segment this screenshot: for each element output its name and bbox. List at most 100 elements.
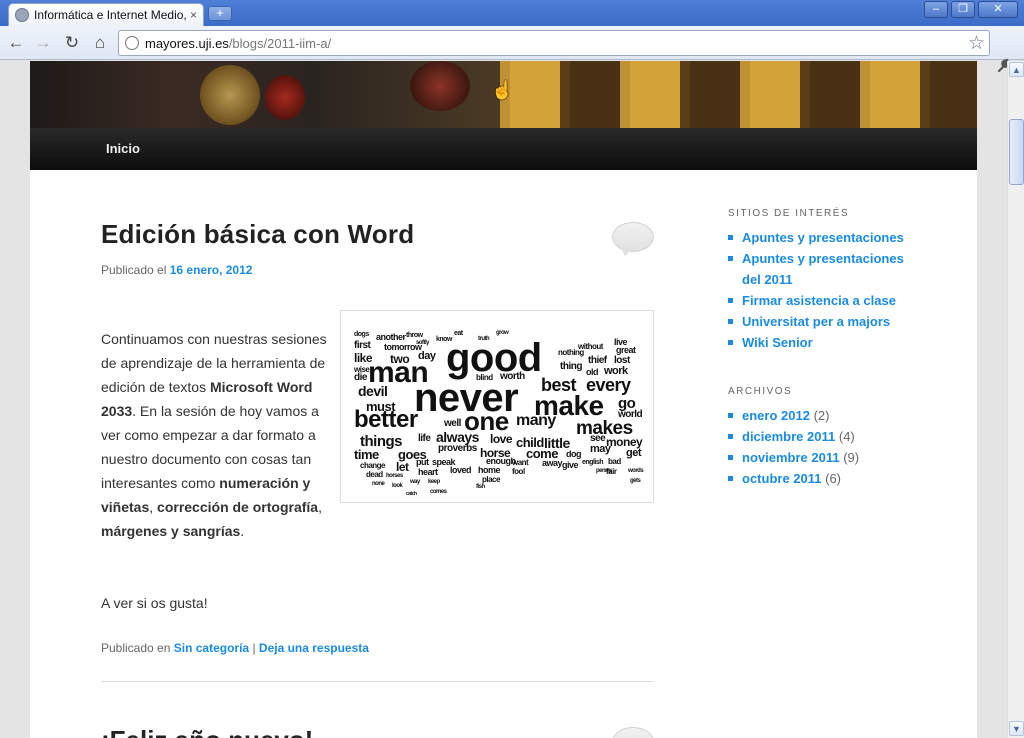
word-cloud-word: penny [596,468,612,474]
page-globe-icon [125,36,139,50]
url-text[interactable]: mayores.uji.es/blogs/2011-iim-a/ [145,36,331,51]
word-cloud-word: many [516,412,556,429]
bookmark-star-icon[interactable]: ☆ [968,32,985,55]
restore-button[interactable]: ❐ [951,1,975,18]
reply-link[interactable]: Deja una respuesta [259,641,369,655]
post-body: Continuamos con nuestras sesiones de apr… [101,331,327,539]
archive-item: diciembre 2011 (4) [728,426,918,447]
word-cloud-word: dog [566,449,582,459]
word-cloud-word: change [360,461,386,470]
word-cloud-word: thief [588,355,607,366]
sites-list-item: Apuntes y presentaciones del 2011 [728,248,918,290]
word-cloud-word: none [372,481,385,487]
next-post-title[interactable]: ¡Feliz año nuevo! [101,725,313,738]
tab-title: Informática e Internet Medio, [34,8,186,22]
sites-list-item: Apuntes y presentaciones [728,227,918,248]
archive-link[interactable]: enero 2012 [742,408,810,423]
word-cloud-word: get [626,447,642,459]
word-cloud-word: love [490,432,513,446]
word-cloud-word: give [562,460,579,470]
word-cloud-word: know [436,336,452,343]
word-cloud-word: always [436,429,479,445]
word-cloud-word: heart [418,467,438,477]
archive-link[interactable]: noviembre 2011 [742,450,840,465]
forward-arrow-icon[interactable]: → [32,32,54,54]
word-cloud-word: old [586,367,599,377]
sites-list-item: Wiki Senior [728,332,918,353]
vertical-scrollbar[interactable]: ▲ ▼ [1007,61,1024,738]
sites-list-item: Firmar asistencia a clase [728,290,918,311]
category-link[interactable]: Sin categoría [174,641,249,655]
site-link[interactable]: Apuntes y presentaciones [742,230,904,245]
archives-list: enero 2012 (2) diciembre 2011 (4) noviem… [728,405,918,489]
browser-title-bar: Informática e Internet Medio, × + ‒ ❐ ✕ [0,0,1024,26]
word-cloud-word: well [444,418,461,429]
word-cloud-word: horses [386,473,403,479]
nav-item-inicio[interactable]: Inicio [106,141,140,156]
post-date-link[interactable]: 16 enero, 2012 [170,263,253,277]
word-cloud-word: look [392,483,403,489]
archive-count: (9) [843,450,860,465]
tab-close-icon[interactable]: × [190,8,197,22]
sites-widget-title: SITIOS DE INTERÉS [728,208,850,219]
word-cloud-word: wise [354,365,370,374]
archive-count: (6) [825,471,842,486]
browser-tab[interactable]: Informática e Internet Medio, × [8,3,204,26]
word-cloud-word: words [628,468,644,474]
back-arrow-icon[interactable]: ← [5,32,27,54]
word-cloud-word: nothing [558,348,584,357]
minimize-button[interactable]: ‒ [924,1,948,18]
reload-icon[interactable]: ↻ [61,32,83,54]
word-cloud-word: throw [406,332,423,339]
site-nav-bar: Inicio [30,128,977,170]
word-cloud-word: home [478,465,501,475]
word-cloud-word: worth [500,371,525,382]
next-comment-bubble-icon[interactable] [612,727,654,738]
site-link[interactable]: Apuntes y presentaciones del 2011 [742,251,904,287]
word-cloud-word: blind [476,373,493,382]
close-window-button[interactable]: ✕ [978,1,1018,18]
word-cloud-word: fool [512,467,525,476]
word-cloud-word: dogs [354,331,369,338]
word-cloud-word: every [586,375,631,395]
archive-link[interactable]: diciembre 2011 [742,429,835,444]
archive-count: (2) [813,408,830,423]
word-cloud-word: loved [450,465,472,475]
comment-bubble-icon[interactable] [612,222,654,256]
site-link[interactable]: Wiki Senior [742,335,813,350]
window-controls: ‒ ❐ ✕ [921,1,1018,18]
word-cloud-image: good never man make better one makes every best m… [340,310,654,503]
word-cloud-word: must [366,399,396,414]
word-cloud-word: lost [614,355,630,366]
word-cloud-word: catch [406,491,417,497]
archive-link[interactable]: octubre 2011 [742,471,822,486]
address-bar[interactable]: mayores.uji.es/blogs/2011-iim-a/ ☆ [118,30,990,56]
post-footer: Publicado en Sin categoría | Deja una re… [101,641,369,655]
word-cloud-word: comes [430,489,447,495]
post-title[interactable]: Edición básica con Word [101,219,414,250]
word-cloud-word: work [604,365,628,377]
word-cloud-word: world [618,409,643,420]
archives-widget-title: ARCHIVOS [728,386,793,397]
word-cloud-word: first [354,340,371,351]
word-cloud-word: time [354,447,379,462]
word-cloud-word: gets [630,478,641,484]
word-cloud-word: fish [476,484,485,490]
post-divider [101,681,654,682]
word-cloud-word: keep [428,479,440,485]
home-icon[interactable]: ⌂ [89,32,111,54]
word-cloud-word: place [482,475,500,484]
new-tab-button[interactable]: + [208,6,232,21]
scroll-down-arrow-icon[interactable]: ▼ [1009,721,1024,736]
word-cloud-word: bad [608,457,621,466]
word-cloud-word: thing [560,361,582,372]
scroll-thumb[interactable] [1009,119,1024,185]
site-link[interactable]: Universitat per a majors [742,314,890,329]
site-link[interactable]: Firmar asistencia a clase [742,293,896,308]
word-cloud-word: see [590,433,606,444]
scroll-up-arrow-icon[interactable]: ▲ [1009,62,1024,77]
sites-list-item: Universitat per a majors [728,311,918,332]
word-cloud-word: put [416,457,429,467]
globe-icon [15,8,29,22]
word-cloud-word: live [614,337,628,347]
